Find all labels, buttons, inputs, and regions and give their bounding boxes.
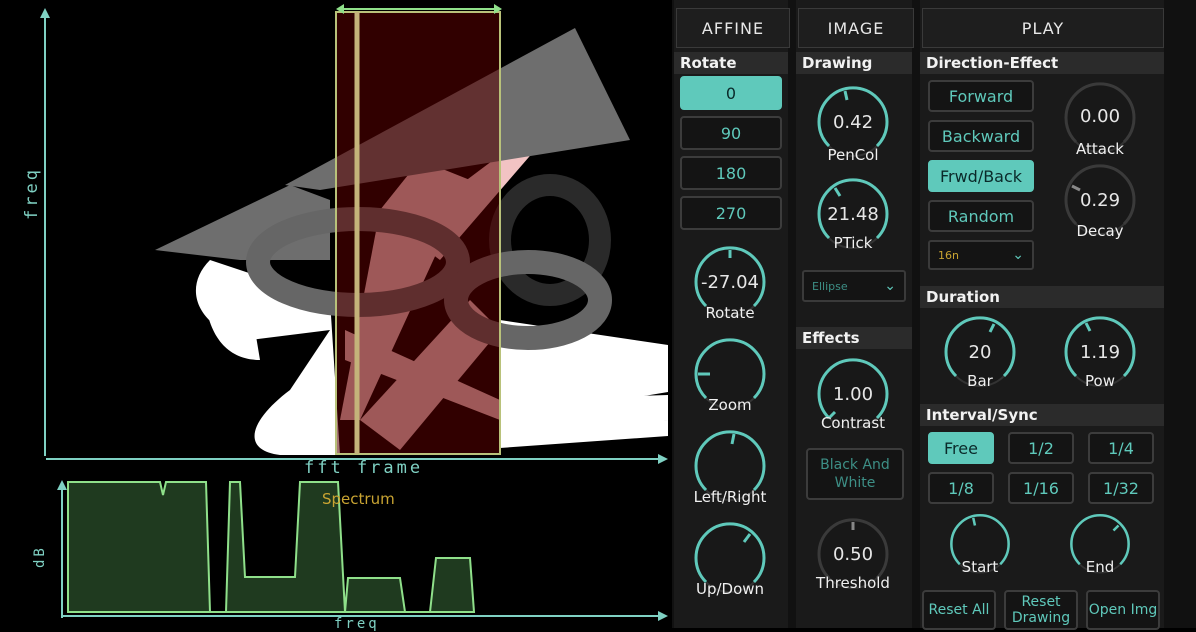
pow-label: Pow — [1085, 372, 1115, 390]
tab-play[interactable]: PLAY — [922, 8, 1164, 48]
duration-section-header: Duration — [920, 286, 1164, 308]
note-select[interactable]: 16n ⌄ — [928, 240, 1034, 270]
drawing-section-header: Drawing — [796, 52, 912, 74]
ptick-label: PTick — [833, 234, 873, 252]
shape-select[interactable]: Ellipse ⌄ — [802, 270, 906, 302]
backward-button[interactable]: Backward — [928, 120, 1034, 152]
bar-label: Bar — [967, 372, 993, 390]
up-down-knob-label: Up/Down — [695, 580, 765, 598]
black-and-white-button[interactable]: Black And White — [806, 448, 904, 500]
rotate-180-button[interactable]: 180 — [680, 156, 782, 190]
interval-1-8-button[interactable]: 1/8 — [928, 472, 994, 504]
start-label: Start — [961, 558, 999, 576]
rotate-270-button[interactable]: 270 — [680, 196, 782, 230]
spectrum-title: Spectrum — [322, 490, 395, 508]
interval-sync-section-header: Interval/Sync — [920, 404, 1164, 426]
direction-effect-section-header: Direction-Effect — [920, 52, 1164, 74]
interval-1-2-button[interactable]: 1/2 — [1008, 432, 1074, 464]
interval-free-button[interactable]: Free — [928, 432, 994, 464]
tab-affine[interactable]: AFFINE — [676, 8, 790, 48]
canvas-svg — [40, 4, 668, 621]
shape-select-value: Ellipse — [812, 279, 848, 293]
random-button[interactable]: Random — [928, 200, 1034, 232]
forward-button[interactable]: Forward — [928, 80, 1034, 112]
reset-drawing-button[interactable]: Reset Drawing — [1004, 590, 1078, 630]
rotate-knob-label: Rotate — [705, 304, 755, 322]
open-img-button[interactable]: Open Img — [1086, 590, 1160, 630]
rotate-0-button[interactable]: 0 — [680, 76, 782, 110]
db-axis-label: dB — [32, 545, 48, 568]
interval-1-4-button[interactable]: 1/4 — [1088, 432, 1154, 464]
note-select-value: 16n — [938, 248, 959, 262]
attack-label: Attack — [1076, 140, 1124, 158]
left-right-knob-label: Left/Right — [693, 488, 767, 506]
end-label: End — [1085, 558, 1115, 576]
frame-selection[interactable] — [336, 12, 500, 454]
decay-label: Decay — [1076, 222, 1124, 240]
interval-1-16-button[interactable]: 1/16 — [1008, 472, 1074, 504]
spectrum-freq-axis-label: freq — [334, 616, 380, 632]
chevron-down-icon: ⌄ — [1012, 247, 1024, 263]
pencol-label: PenCol — [827, 146, 879, 164]
rotate-section-header: Rotate — [674, 52, 788, 74]
tab-image[interactable]: IMAGE — [798, 8, 914, 48]
control-panel: AFFINE IMAGE PLAY Rotate 0 90 180 270 -2… — [672, 0, 1196, 630]
frwd-back-button[interactable]: Frwd/Back — [928, 160, 1034, 192]
image-canvas-area: freq fft frame dB freq Spectrum — [0, 0, 672, 632]
freq-axis-label: freq — [22, 167, 42, 220]
interval-1-32-button[interactable]: 1/32 — [1088, 472, 1154, 504]
threshold-label: Threshold — [816, 574, 890, 592]
reset-all-button[interactable]: Reset All — [922, 590, 996, 630]
chevron-down-icon: ⌄ — [884, 278, 896, 294]
rotate-90-button[interactable]: 90 — [680, 116, 782, 150]
effects-section-header: Effects — [796, 327, 912, 349]
zoom-knob-label: Zoom — [708, 396, 752, 414]
contrast-label: Contrast — [820, 414, 886, 432]
fft-frame-axis-label: fft frame — [304, 458, 424, 478]
